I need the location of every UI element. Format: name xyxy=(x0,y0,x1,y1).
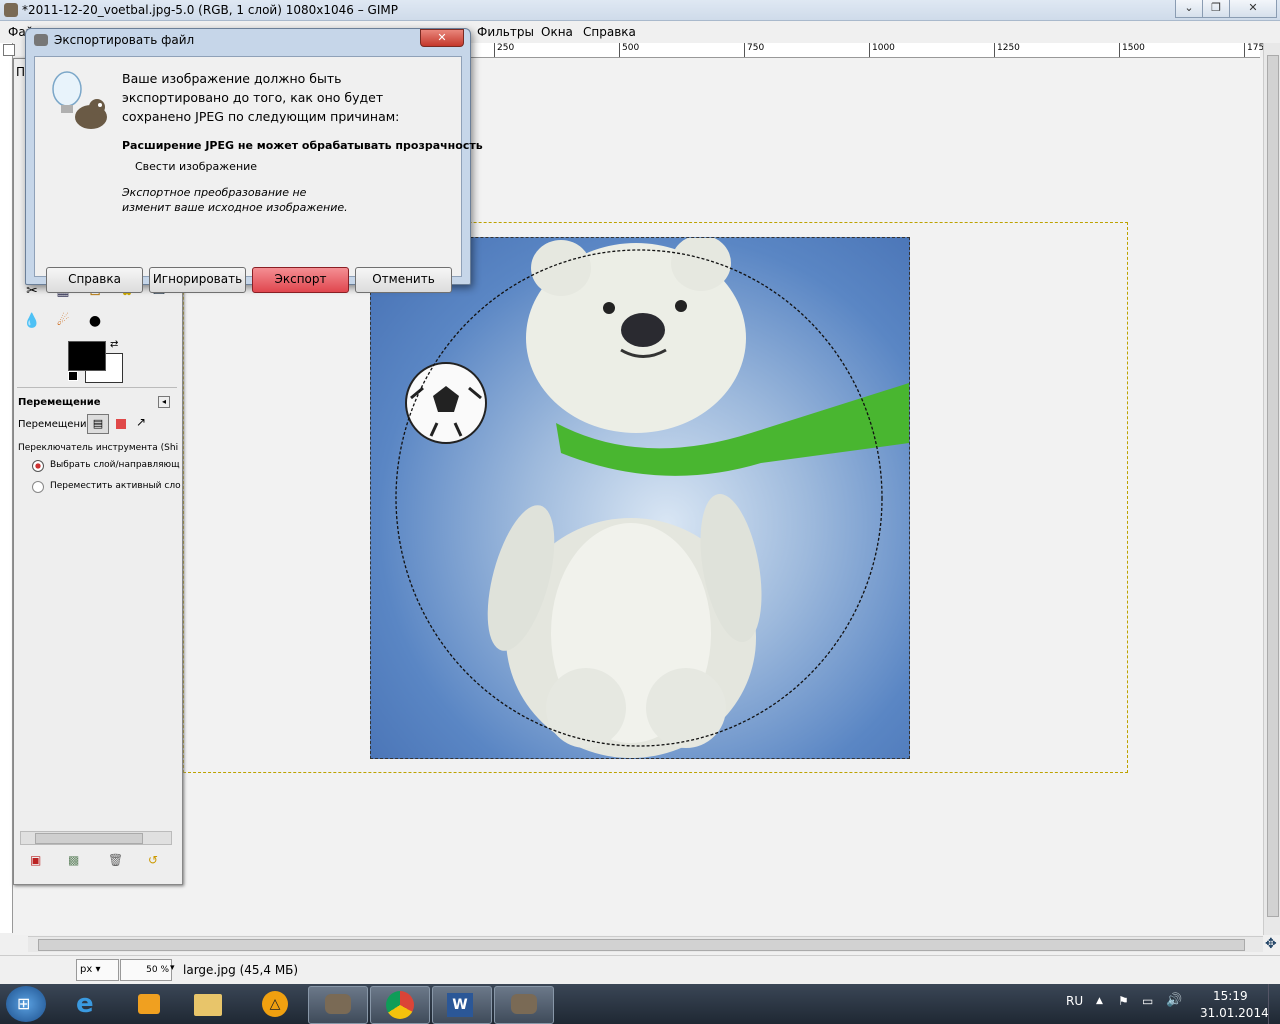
window-titlebar: *2011-12-20_voetbal.jpg-5.0 (RGB, 1 слой… xyxy=(0,0,1280,21)
media-player-icon xyxy=(138,994,160,1014)
action-center-icon[interactable]: ⚑ xyxy=(1118,994,1129,1008)
minimize-button[interactable]: ⌄ xyxy=(1175,0,1203,18)
dialog-note: Экспортное преобразование не изменит ваш… xyxy=(122,186,348,214)
close-button[interactable]: ✕ xyxy=(1229,0,1277,18)
ruler-tick: 175 xyxy=(1244,43,1264,57)
folder-icon xyxy=(194,994,222,1016)
restore-options-icon[interactable]: ▩ xyxy=(68,853,79,867)
taskbar-explorer[interactable] xyxy=(180,986,238,1022)
taskbar-media-player[interactable] xyxy=(120,986,178,1022)
dialog-body: Ваше изображение должно быть экспортиров… xyxy=(34,56,483,293)
toolbox-hscrollbar[interactable] xyxy=(20,831,172,845)
radio-move-active[interactable] xyxy=(32,481,44,493)
taskbar-gimp-1[interactable] xyxy=(308,986,368,1024)
ruler-tick: 750 xyxy=(744,43,764,57)
ruler-tick: 500 xyxy=(619,43,639,57)
chevron-down-icon: ▾ xyxy=(92,964,101,975)
taskbar-chrome[interactable] xyxy=(370,986,430,1024)
menu-help[interactable]: Справка xyxy=(583,25,636,39)
gimp-icon xyxy=(4,3,18,17)
clock-time[interactable]: 15:19 xyxy=(1213,989,1248,1003)
start-button[interactable]: ⊞ xyxy=(6,986,46,1022)
tray-expand-icon[interactable]: ▲ xyxy=(1096,996,1103,1006)
dialog-gimp-icon xyxy=(34,34,48,46)
vertical-ruler xyxy=(0,43,13,933)
dialog-title: Экспортировать файл xyxy=(54,33,195,47)
image-layer[interactable] xyxy=(370,237,910,759)
tool-options-title: Перемещение xyxy=(18,397,101,408)
vertical-scrollbar[interactable] xyxy=(1263,43,1280,935)
option-pick-layer-label: Выбрать слой/направляющ xyxy=(50,460,180,470)
show-desktop-button[interactable] xyxy=(1268,984,1280,1024)
taskbar-ie[interactable]: e xyxy=(60,986,118,1022)
horizontal-ruler: 250 500 750 1000 1250 1500 175 xyxy=(470,43,1264,58)
default-colors-icon[interactable] xyxy=(68,371,78,381)
aimp-icon: △ xyxy=(262,991,288,1017)
cancel-button[interactable]: Отменить xyxy=(355,267,452,293)
ie-icon: e xyxy=(76,989,94,1019)
radio-pick-layer[interactable] xyxy=(32,460,44,472)
swap-colors-icon[interactable]: ⇄ xyxy=(110,339,118,350)
file-info: large.jpg (45,4 МБ) xyxy=(183,963,299,977)
save-options-icon[interactable]: ▣ xyxy=(30,853,41,867)
taskbar: ⊞ e △ W RU ▲ ⚑ ▭ 🔊 15:19 31.01.2014 xyxy=(0,984,1280,1024)
chrome-icon xyxy=(386,991,414,1019)
taskbar-gimp-2[interactable] xyxy=(494,986,554,1024)
ruler-tick: 1250 xyxy=(994,43,1020,57)
move-mode-label: Перемещение: xyxy=(18,419,96,430)
zoom-dropdown-icon[interactable]: ▾ xyxy=(170,963,175,973)
lightbulb-wilber-icon xyxy=(52,71,107,129)
volume-icon[interactable]: 🔊 xyxy=(1166,993,1182,1008)
reason-item: Свести изображение xyxy=(135,160,258,173)
ruler-tick: 1000 xyxy=(869,43,895,57)
word-icon: W xyxy=(447,993,473,1017)
clock-date[interactable]: 31.01.2014 xyxy=(1200,1006,1269,1020)
quick-mask-toggle[interactable] xyxy=(3,44,15,56)
delete-options-icon[interactable]: 🗑 xyxy=(108,853,123,867)
reset-options-icon[interactable]: ↺ xyxy=(148,853,158,867)
reason-heading: Расширение JPEG не может обрабатывать пр… xyxy=(122,139,483,152)
language-indicator[interactable]: RU xyxy=(1066,994,1083,1008)
horizontal-scrollbar[interactable] xyxy=(28,936,1263,952)
ruler-tick: 1500 xyxy=(1119,43,1145,57)
ignore-button[interactable]: Игнорировать xyxy=(149,267,246,293)
move-layer-mode-icon[interactable]: ▤ xyxy=(87,414,109,434)
export-button[interactable]: Экспорт xyxy=(252,267,349,293)
tool-toggle-label: Переключатель инструмента (Shi xyxy=(18,443,179,453)
toolbox-header: П xyxy=(16,65,26,79)
restore-button[interactable]: ❐ xyxy=(1202,0,1230,18)
network-icon[interactable]: ▭ xyxy=(1142,994,1153,1008)
option-move-active-label: Переместить активный сло xyxy=(50,481,181,491)
gimp-taskbar-icon xyxy=(511,994,537,1014)
ruler-tick: 250 xyxy=(494,43,514,57)
help-button[interactable]: Справка xyxy=(46,267,143,293)
export-dialog: Экспортировать файл ✕ Ваше изображение д… xyxy=(25,28,483,293)
smudge-tool-icon[interactable]: ☄ xyxy=(54,312,72,330)
gimp-taskbar-icon xyxy=(325,994,351,1014)
dodge-burn-icon[interactable]: ● xyxy=(86,312,104,330)
dialog-message: Ваше изображение должно быть экспортиров… xyxy=(122,71,400,124)
unit-select[interactable]: px ▾ xyxy=(76,959,119,981)
navigate-icon[interactable]: ✥ xyxy=(1265,936,1277,952)
taskbar-aimp[interactable]: △ xyxy=(246,986,304,1022)
move-selection-mode-icon[interactable] xyxy=(116,419,126,429)
zoom-value: 50 % xyxy=(146,965,169,975)
taskbar-word[interactable]: W xyxy=(432,986,492,1024)
menu-filters[interactable]: Фильтры xyxy=(477,25,534,39)
unit-value: px xyxy=(80,964,93,975)
zoom-select[interactable]: 50 % xyxy=(120,959,172,981)
foreground-color-swatch[interactable] xyxy=(68,341,106,371)
window-title: *2011-12-20_voetbal.jpg-5.0 (RGB, 1 слой… xyxy=(22,3,398,17)
dialog-close-button[interactable]: ✕ xyxy=(420,29,464,47)
separator xyxy=(17,387,177,388)
tool-options-menu-icon[interactable]: ◂ xyxy=(158,396,170,408)
bear-illustration xyxy=(395,238,909,758)
windows-logo-icon: ⊞ xyxy=(17,994,31,1013)
menu-windows[interactable]: Окна xyxy=(541,25,573,39)
bucket-fill-icon[interactable]: 💧 xyxy=(23,312,41,330)
statusbar: px ▾ 50 % ▾ large.jpg (45,4 МБ) xyxy=(0,955,1280,984)
move-path-mode-icon[interactable]: ↗ xyxy=(136,415,146,429)
